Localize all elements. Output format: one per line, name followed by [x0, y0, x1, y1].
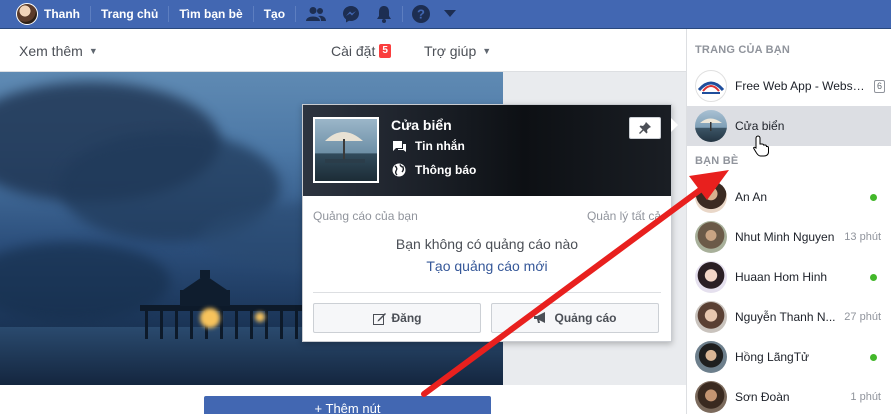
sidebar-contact[interactable]: Nguyễn Thanh N... 27 phút — [687, 297, 891, 337]
pin-button[interactable] — [629, 117, 661, 139]
create-ad-link[interactable]: Tạo quảng cáo mới — [303, 258, 671, 274]
contact-name: Hồng LãngTử — [735, 350, 810, 364]
globe-icon — [391, 163, 407, 177]
beach-umbrella-image — [325, 132, 365, 163]
sidebar-page-name: Cửa biển — [735, 119, 785, 133]
help-menu-label: Trợ giúp — [424, 42, 477, 59]
add-button[interactable]: + Thêm nút — [204, 396, 491, 414]
divider — [313, 292, 661, 293]
post-button-label: Đăng — [391, 311, 422, 325]
sidebar-contact[interactable]: Sơn Đoàn 1 phút — [687, 377, 891, 414]
chat-sidebar: TRANG CỦA BẠN Free Web App - Websi... 6 … — [686, 29, 891, 414]
contact-avatar — [695, 301, 727, 333]
page-subnav: Xem thêm ▼ Cài đặt 5 Trợ giúp ▼ — [0, 29, 686, 72]
messages-icon — [391, 139, 407, 153]
contact-name: Sơn Đoàn — [735, 390, 790, 404]
page-name[interactable]: Cửa biển — [391, 117, 452, 133]
notifications-label: Thông báo — [415, 163, 477, 177]
megaphone-icon — [533, 312, 548, 324]
settings-link[interactable]: Cài đặt 5 — [331, 29, 391, 72]
messages-label: Tin nhắn — [415, 139, 465, 153]
user-avatar — [16, 3, 38, 25]
contact-name: Huaan Hom Hinh — [735, 270, 828, 284]
contact-name: An An — [735, 190, 768, 204]
hand-cursor-icon — [753, 135, 769, 157]
profile-link[interactable]: Thanh — [0, 0, 90, 29]
chevron-down-icon[interactable] — [439, 0, 461, 29]
page-logo — [695, 70, 727, 102]
top-navigation-bar: Thanh Trang chủ Tìm bạn bè Tạo ? — [0, 0, 891, 29]
settings-label: Cài đặt — [331, 42, 376, 59]
friends-heading: BẠN BÈ — [695, 155, 739, 167]
user-name: Thanh — [44, 7, 80, 21]
hovercard-pointer — [671, 118, 678, 132]
online-indicator — [870, 193, 877, 201]
edit-icon — [372, 312, 386, 325]
no-ads-text: Bạn không có quảng cáo nào — [395, 236, 579, 252]
messenger-icon[interactable] — [336, 0, 366, 29]
last-active-time: 13 phút — [844, 231, 881, 243]
promote-button[interactable]: Quảng cáo — [491, 303, 659, 333]
sidebar-contact[interactable]: Huaan Hom Hinh — [687, 257, 891, 297]
last-active-time: 1 phút — [850, 391, 881, 403]
last-active-time: 27 phút — [844, 311, 881, 323]
post-button[interactable]: Đăng — [313, 303, 481, 333]
friends-icon[interactable] — [296, 0, 336, 29]
hovercard-header: Cửa biển Tin nhắn Thông báo — [303, 105, 671, 196]
promote-button-label: Quảng cáo — [554, 311, 617, 325]
help-icon[interactable]: ? — [403, 0, 439, 29]
contact-avatar — [695, 381, 727, 413]
help-menu[interactable]: Trợ giúp ▼ — [424, 29, 491, 72]
find-friends-link[interactable]: Tìm bạn bè — [169, 0, 252, 29]
your-ads-label: Quảng cáo của bạn — [313, 209, 418, 223]
sidebar-contact[interactable]: An An — [687, 177, 891, 217]
online-indicator — [870, 353, 877, 361]
create-link[interactable]: Tạo — [254, 0, 295, 29]
contact-name: Nhut Minh Nguyen — [735, 230, 835, 244]
online-indicator — [870, 273, 877, 281]
notifications-link[interactable]: Thông báo — [391, 163, 476, 177]
sidebar-page-free-web-app[interactable]: Free Web App - Websi... 6 — [687, 66, 891, 106]
caret-down-icon: ▼ — [88, 45, 98, 56]
page-hovercard: Cửa biển Tin nhắn Thông báo Quảng cáo củ… — [302, 104, 672, 342]
contact-avatar — [695, 341, 727, 373]
svg-text:?: ? — [417, 7, 425, 22]
settings-badge: 5 — [379, 43, 391, 58]
contact-avatar — [695, 221, 727, 253]
more-menu-label: Xem thêm — [19, 42, 83, 59]
sidebar-page-cua-bien[interactable]: Cửa biển — [687, 106, 891, 146]
page-thumbnail[interactable] — [313, 117, 379, 183]
sidebar-contact[interactable]: Hồng LãngTử — [687, 337, 891, 377]
manage-all-link[interactable]: Quản lý tất cả — [587, 209, 661, 223]
sidebar-page-name: Free Web App - Websi... — [735, 79, 865, 93]
your-pages-heading: TRANG CỦA BẠN — [695, 44, 791, 56]
notifications-icon[interactable] — [366, 0, 402, 29]
sidebar-contact[interactable]: Nhut Minh Nguyen 13 phút — [687, 217, 891, 257]
unread-count: 6 — [873, 79, 885, 93]
messages-link[interactable]: Tin nhắn — [391, 139, 465, 153]
more-menu[interactable]: Xem thêm ▼ — [19, 29, 98, 72]
page-avatar — [695, 110, 727, 142]
contact-name: Nguyễn Thanh N... — [735, 310, 836, 324]
pier-light — [255, 312, 265, 322]
home-link[interactable]: Trang chủ — [91, 0, 168, 29]
contact-avatar — [695, 181, 727, 213]
pier-light — [200, 308, 220, 328]
pin-icon — [639, 122, 651, 134]
contact-avatar — [695, 261, 727, 293]
caret-down-icon: ▼ — [482, 45, 492, 56]
